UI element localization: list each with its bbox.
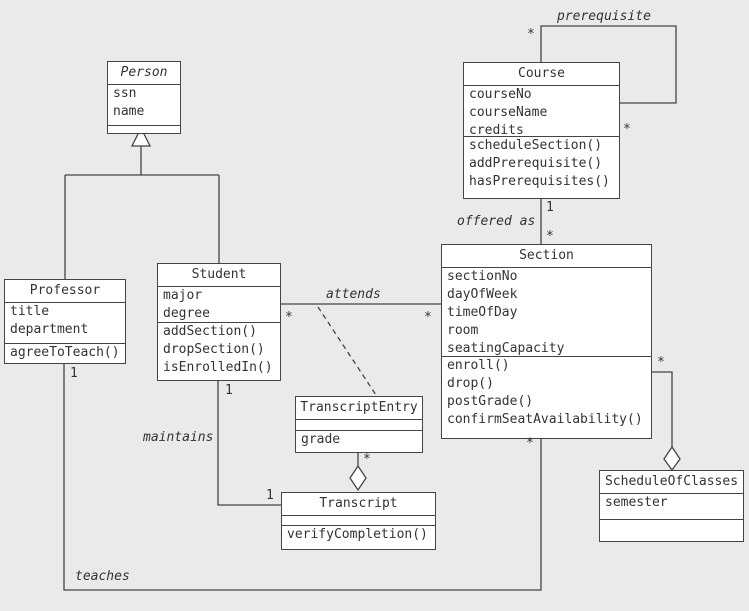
attributes-compartment: semester xyxy=(600,494,743,519)
multiplicity-maintains: 1 xyxy=(266,488,274,503)
multiplicity-offered-as: 1 xyxy=(546,200,554,215)
operation: postGrade() xyxy=(447,394,534,409)
association-label-maintains: maintains xyxy=(143,430,214,445)
operations-compartment xyxy=(600,519,743,541)
class-person: Person ssn name xyxy=(107,61,181,134)
class-name: Professor xyxy=(5,280,125,303)
class-name: Person xyxy=(108,62,180,85)
attribute: ssn xyxy=(113,86,137,101)
attributes-compartment: ssn name xyxy=(108,85,180,125)
class-course: Course courseNo courseName credits scheduleS… xyxy=(463,62,620,199)
aggregation-diamond xyxy=(349,464,367,492)
attribute: dayOfWeek xyxy=(447,287,518,302)
association-label-attends: attends xyxy=(326,287,381,302)
multiplicity-transcript-aggregation: * xyxy=(363,452,371,467)
attribute: title xyxy=(10,304,50,319)
multiplicity-attends: * xyxy=(285,310,293,325)
attributes-compartment: courseNo courseName credits xyxy=(464,86,619,138)
multiplicity-teaches: * xyxy=(526,436,534,451)
class-name: ScheduleOfClasses xyxy=(600,471,743,494)
operation: addPrerequisite() xyxy=(469,156,603,171)
class-name: Section xyxy=(442,245,651,268)
multiplicity-prerequisite: * xyxy=(527,27,535,42)
association-label-teaches: teaches xyxy=(75,569,130,584)
operations-compartment: addSection() dropSection() isEnrolledIn() xyxy=(158,322,280,380)
operations-compartment: grade xyxy=(296,430,422,452)
multiplicity-schedule-aggregation: * xyxy=(657,355,665,370)
attribute: timeOfDay xyxy=(447,305,518,320)
operation: scheduleSection() xyxy=(469,138,603,153)
operation: verifyCompletion() xyxy=(287,527,428,542)
multiplicity-prerequisite: * xyxy=(623,122,631,137)
attribute: sectionNo xyxy=(447,269,518,284)
association-label-prerequisite: prerequisite xyxy=(557,9,651,24)
attribute: courseNo xyxy=(469,87,532,102)
multiplicity-offered-as: * xyxy=(546,229,554,244)
operation: confirmSeatAvailability() xyxy=(447,412,643,427)
attributes-compartment: sectionNo dayOfWeek timeOfDay room seatingCa… xyxy=(442,268,651,356)
attributes-compartment xyxy=(282,516,435,525)
generalization-line xyxy=(64,146,220,279)
attribute: major xyxy=(163,288,203,303)
class-name: Transcript xyxy=(282,493,435,516)
operation: dropSection() xyxy=(163,342,265,357)
operations-compartment: enroll() drop() postGrade() confirmSeatAvai… xyxy=(442,356,651,438)
class-name: TranscriptEntry xyxy=(296,397,422,420)
operations-compartment: agreeToTeach() xyxy=(5,343,125,363)
attribute: degree xyxy=(163,306,210,321)
class-professor: Professor title department agreeToTeach() xyxy=(4,279,126,364)
operations-compartment: scheduleSection() addPrerequisite() hasPre… xyxy=(464,136,619,198)
operation: agreeToTeach() xyxy=(10,345,120,360)
operations-compartment: verifyCompletion() xyxy=(282,525,435,549)
attribute: department xyxy=(10,322,89,337)
schedule-aggregation-line xyxy=(651,371,673,447)
attribute: room xyxy=(447,323,479,338)
operation: hasPrerequisites() xyxy=(469,174,610,189)
operation: grade xyxy=(301,432,341,447)
attributes-compartment xyxy=(296,420,422,430)
class-student: Student major degree addSection() dropSectio… xyxy=(157,263,281,381)
attribute: semester xyxy=(605,495,668,510)
operation: drop() xyxy=(447,376,494,391)
attribute: courseName xyxy=(469,105,548,120)
class-scheduleofclasses: ScheduleOfClasses semester xyxy=(599,470,744,542)
attribute: name xyxy=(113,104,145,119)
class-transcriptentry: TranscriptEntry grade xyxy=(295,396,423,453)
class-section: Section sectionNo dayOfWeek timeOfDay room se… xyxy=(441,244,652,439)
multiplicity-teaches: 1 xyxy=(70,366,78,381)
attributes-compartment: title department xyxy=(5,303,125,343)
association-label-offered-as: offered as xyxy=(457,214,536,229)
class-transcript: Transcript verifyCompletion() xyxy=(281,492,436,550)
operation: addSection() xyxy=(163,324,257,339)
class-name: Course xyxy=(464,63,619,86)
class-name: Student xyxy=(158,264,280,287)
multiplicity-attends: * xyxy=(424,310,432,325)
multiplicity-maintains: 1 xyxy=(225,383,233,398)
attributes-compartment: major degree xyxy=(158,287,280,322)
operation: enroll() xyxy=(447,358,510,373)
operations-compartment xyxy=(108,125,180,133)
schedule-aggregation-diamond xyxy=(663,445,681,472)
association-class-dashed-line xyxy=(317,306,377,396)
operation: isEnrolledIn() xyxy=(163,360,273,375)
